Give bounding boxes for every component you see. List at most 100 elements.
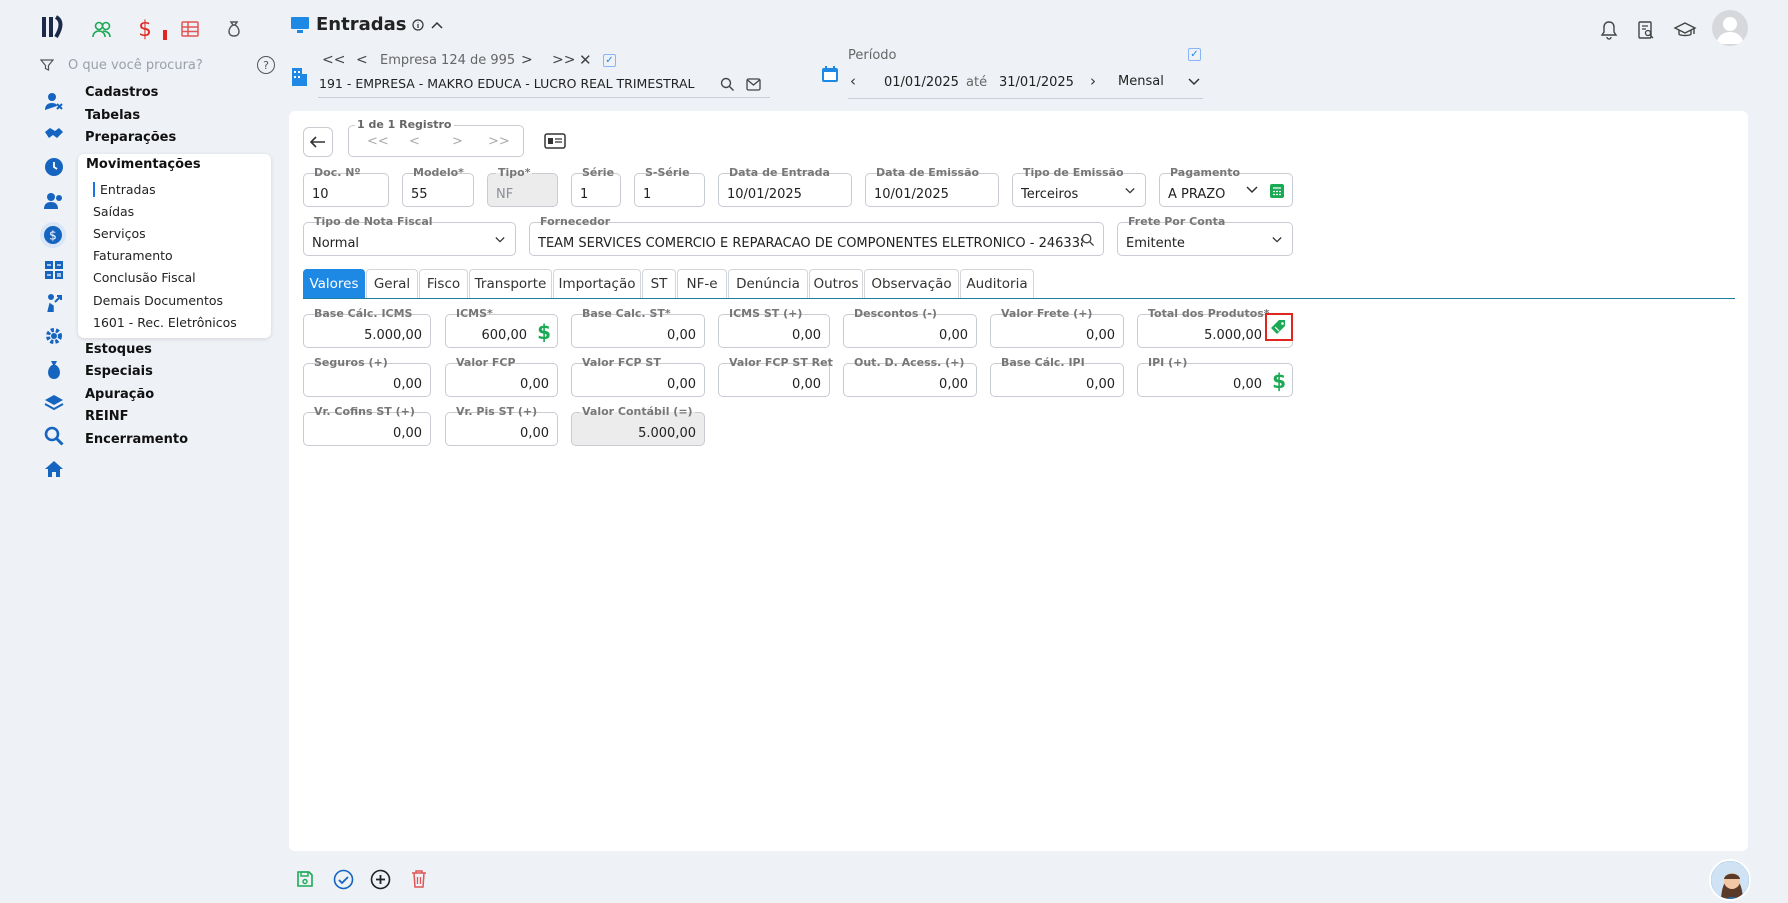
- tipo-emissao-select[interactable]: Tipo de Emissão Terceiros: [1012, 166, 1146, 207]
- last-company-button[interactable]: >>: [552, 52, 575, 68]
- s-serie-field[interactable]: S-Série 1: [634, 166, 705, 207]
- submenu-item-entradas[interactable]: Entradas: [93, 182, 156, 197]
- valor-frete-field[interactable]: Valor Frete (+) 0,00: [990, 307, 1124, 348]
- tab-geral[interactable]: Geral: [366, 269, 418, 298]
- graduation-cap-icon[interactable]: [1672, 14, 1698, 46]
- user-avatar[interactable]: [1712, 10, 1748, 46]
- dollar-icon[interactable]: $: [1272, 369, 1286, 393]
- users-icon[interactable]: [42, 189, 66, 213]
- submenu-item-faturamento[interactable]: Faturamento: [93, 248, 173, 263]
- out-desp-acess-field[interactable]: Out. D. Acess. (+) 0,00: [843, 356, 977, 397]
- tab-fisco[interactable]: Fisco: [419, 269, 468, 298]
- delete-button[interactable]: [408, 868, 430, 890]
- vr-pis-st-field[interactable]: Vr. Pis ST (+) 0,00: [445, 405, 558, 446]
- base-calc-ipi-field[interactable]: Base Cálc. IPI 0,00: [990, 356, 1124, 397]
- tab-valores[interactable]: Valores: [303, 269, 365, 298]
- date-from[interactable]: 01/01/2025: [884, 75, 959, 90]
- price-tag-button[interactable]: [1265, 313, 1293, 341]
- prev-period-button[interactable]: ‹: [850, 72, 856, 90]
- tab-transporte[interactable]: Transporte: [469, 269, 552, 298]
- last-record-button[interactable]: >>: [488, 134, 510, 149]
- doc-no-field[interactable]: Doc. Nº 10: [303, 166, 389, 207]
- sidebar-search[interactable]: O que você procura? ?: [40, 53, 275, 77]
- data-emissao-field[interactable]: Data de Emissão 10/01/2025: [865, 166, 999, 207]
- first-company-button[interactable]: <<: [322, 52, 345, 68]
- clock-icon[interactable]: [42, 155, 66, 179]
- gear-icon[interactable]: [42, 324, 66, 348]
- menu-especiais[interactable]: Especiais: [85, 364, 153, 379]
- modelo-field[interactable]: Modelo* 55: [402, 166, 474, 207]
- data-entrada-field[interactable]: Data de Entrada 10/01/2025: [718, 166, 852, 207]
- chevron-up-icon[interactable]: [430, 20, 444, 30]
- add-button[interactable]: [369, 868, 391, 890]
- fornecedor-field[interactable]: Fornecedor TEAM SERVICES COMERCIO E REPA…: [529, 215, 1104, 256]
- menu-tabelas[interactable]: Tabelas: [85, 108, 140, 123]
- base-calc-st-field[interactable]: Base Calc. ST* 0,00: [571, 307, 705, 348]
- menu-estoques[interactable]: Estoques: [85, 342, 152, 357]
- id-card-icon[interactable]: [544, 132, 566, 150]
- valor-fcp-field[interactable]: Valor FCP 0,00: [445, 356, 558, 397]
- menu-encerramento[interactable]: Encerramento: [85, 432, 188, 447]
- confirm-button[interactable]: [332, 868, 354, 890]
- calculator-icon[interactable]: [42, 258, 66, 282]
- submenu-item-rec-eletronicos[interactable]: 1601 - Rec. Eletrônicos: [93, 315, 237, 330]
- submenu-item-servicos[interactable]: Serviços: [93, 226, 146, 241]
- tab-auditoria[interactable]: Auditoria: [960, 269, 1034, 298]
- tipo-nota-select[interactable]: Tipo de Nota Fiscal Normal: [303, 215, 516, 256]
- calendar-icon[interactable]: [820, 64, 840, 84]
- assistant-avatar[interactable]: [1709, 859, 1751, 901]
- tab-importacao[interactable]: Importação: [553, 269, 641, 298]
- help-icon[interactable]: ?: [257, 56, 275, 74]
- save-button[interactable]: [294, 868, 316, 890]
- chevron-down-icon[interactable]: [1188, 78, 1200, 86]
- ipi-field[interactable]: IPI (+) 0,00 $: [1137, 356, 1293, 397]
- home-icon[interactable]: [42, 457, 66, 481]
- cadastros-icon[interactable]: [42, 89, 66, 113]
- prev-record-button[interactable]: <: [409, 134, 420, 149]
- company-name[interactable]: 191 - EMPRESA - MAKRO EDUCA - LUCRO REAL…: [319, 76, 694, 91]
- search-icon[interactable]: [42, 424, 66, 448]
- tab-outros[interactable]: Outros: [809, 269, 863, 298]
- icms-st-field[interactable]: ICMS ST (+) 0,00: [718, 307, 830, 348]
- dollar-icon[interactable]: $: [132, 16, 167, 42]
- menu-preparacoes[interactable]: Preparações: [85, 130, 176, 145]
- tab-st[interactable]: ST: [642, 269, 676, 298]
- mail-icon[interactable]: [746, 78, 761, 91]
- menu-movimentacoes[interactable]: Movimentações: [86, 157, 201, 172]
- document-search-icon[interactable]: [1635, 14, 1657, 46]
- company-checkbox[interactable]: ✓: [603, 54, 616, 67]
- menu-cadastros[interactable]: Cadastros: [85, 85, 158, 100]
- handshake-icon[interactable]: [42, 122, 66, 146]
- menu-apuracao[interactable]: Apuração: [85, 387, 154, 402]
- submenu-item-demais-documentos[interactable]: Demais Documentos: [93, 293, 223, 308]
- frete-conta-select[interactable]: Frete Por Conta Emitente: [1117, 215, 1293, 256]
- prev-company-button[interactable]: <: [356, 52, 368, 68]
- info-icon[interactable]: [412, 18, 425, 31]
- people-icon[interactable]: [89, 16, 115, 42]
- serie-field[interactable]: Série 1: [571, 166, 621, 207]
- app-logo[interactable]: [40, 14, 68, 42]
- layers-icon[interactable]: [42, 391, 66, 415]
- dollar-icon[interactable]: $: [537, 320, 551, 344]
- descontos-field[interactable]: Descontos (-) 0,00: [843, 307, 977, 348]
- menu-reinf[interactable]: REINF: [85, 409, 129, 424]
- movimentacoes-icon[interactable]: $: [40, 222, 66, 248]
- period-type-select[interactable]: Mensal: [1118, 74, 1164, 89]
- search-icon[interactable]: [1081, 233, 1095, 247]
- vr-cofins-st-field[interactable]: Vr. Cofins ST (+) 0,00: [303, 405, 431, 446]
- base-calc-icms-field[interactable]: Base Cálc. ICMS 5.000,00: [303, 307, 431, 348]
- next-period-button[interactable]: ›: [1090, 72, 1096, 90]
- next-company-button[interactable]: >: [521, 52, 533, 68]
- first-record-button[interactable]: <<: [367, 134, 389, 149]
- person-arrow-icon[interactable]: [42, 291, 66, 315]
- submenu-item-saidas[interactable]: Saídas: [93, 204, 134, 219]
- bell-icon[interactable]: [1598, 14, 1620, 46]
- tab-denuncia[interactable]: Denúncia: [728, 269, 808, 298]
- grid-icon[interactable]: [177, 16, 203, 42]
- submenu-item-conclusao-fiscal[interactable]: Conclusão Fiscal: [93, 270, 196, 285]
- tab-observacao[interactable]: Observação: [864, 269, 959, 298]
- pagamento-select[interactable]: Pagamento A PRAZO: [1159, 166, 1293, 207]
- valor-fcp-st-ret-field[interactable]: Valor FCP ST Ret 0,00: [718, 356, 835, 397]
- back-button[interactable]: [303, 127, 333, 157]
- valor-fcp-st-field[interactable]: Valor FCP ST 0,00: [571, 356, 705, 397]
